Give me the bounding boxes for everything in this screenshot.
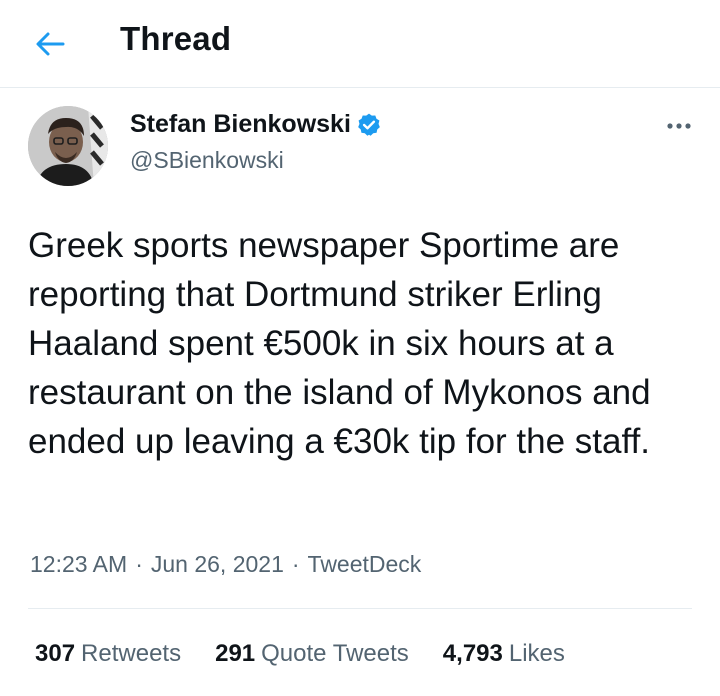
profile-photo: [28, 106, 108, 186]
page-title: Thread: [120, 20, 232, 57]
thread-header: Thread: [0, 0, 720, 88]
more-horizontal-icon: [667, 123, 691, 129]
more-options-button[interactable]: [664, 116, 694, 136]
likes-count: 4,793: [442, 640, 503, 667]
display-name[interactable]: Stefan Bienkowski: [130, 110, 351, 139]
tweet-text: Greek sports newspaper Sportime are repo…: [28, 226, 651, 461]
retweets-label: Retweets: [81, 640, 182, 667]
meta-separator: ·: [291, 551, 300, 577]
meta-separator: ·: [135, 551, 143, 577]
quote-tweets-count: 291: [215, 640, 256, 667]
tweet-time[interactable]: 12:23 AM: [30, 551, 127, 578]
retweets-stat[interactable]: 307 Retweets: [35, 640, 181, 668]
tweet-date[interactable]: Jun 26, 2021: [151, 551, 284, 578]
back-button[interactable]: [30, 26, 70, 62]
retweets-count: 307: [35, 640, 76, 667]
arrow-left-icon: [36, 32, 65, 56]
engagement-stats: 307 Retweets 291 Quote Tweets 4,793 Like…: [35, 640, 565, 668]
likes-stat[interactable]: 4,793 Likes: [443, 640, 565, 668]
tweet-source[interactable]: TweetDeck: [308, 551, 422, 578]
quote-tweets-label: Quote Tweets: [261, 640, 409, 667]
avatar[interactable]: [28, 106, 108, 186]
tweet-metadata: 12:23 AM · Jun 26, 2021 · TweetDeck: [30, 551, 421, 578]
quote-tweets-stat[interactable]: 291 Quote Tweets: [215, 640, 409, 668]
verified-badge-icon: [358, 113, 380, 136]
author-handle[interactable]: @SBienkowski: [130, 147, 284, 174]
author-name-row[interactable]: Stefan Bienkowski: [130, 110, 382, 139]
divider: [28, 608, 692, 609]
likes-label: Likes: [508, 640, 565, 667]
